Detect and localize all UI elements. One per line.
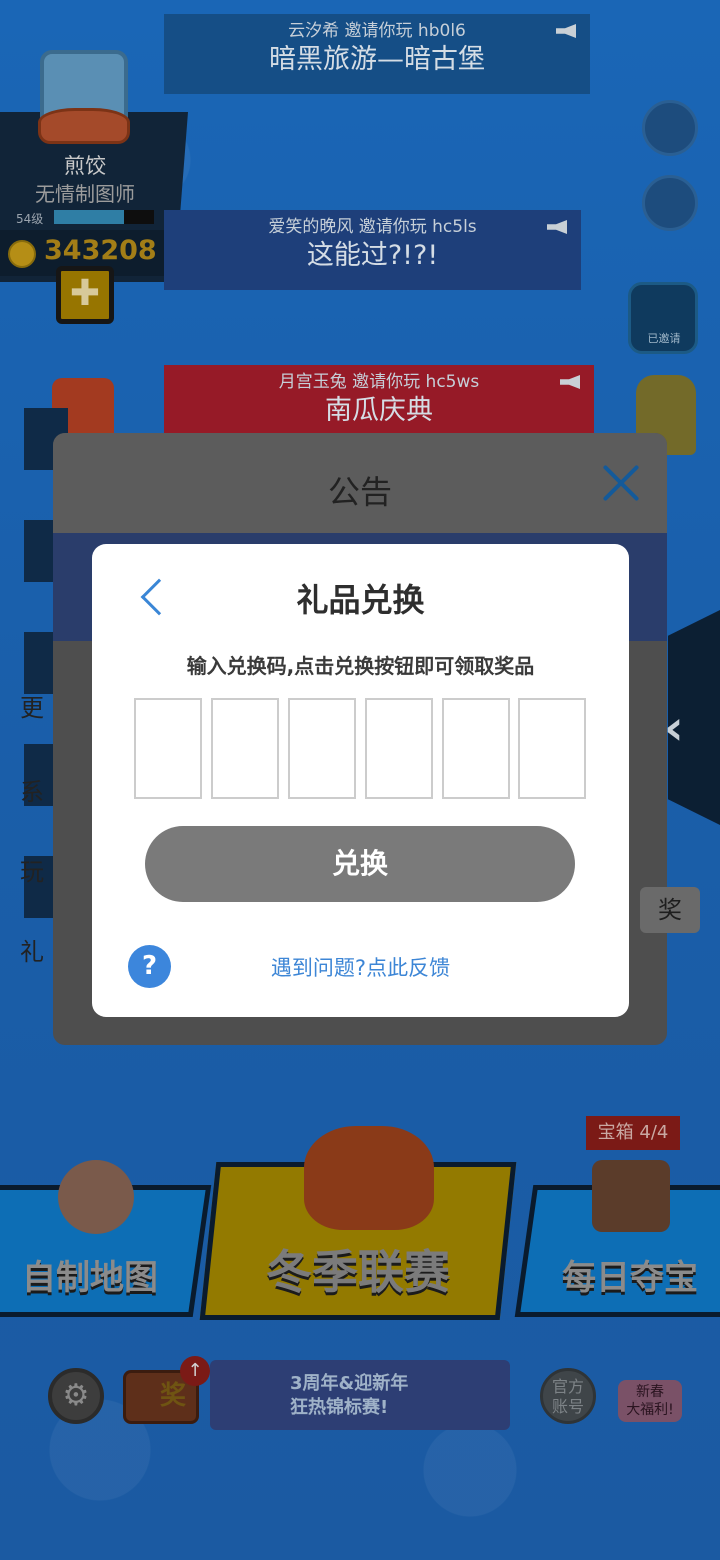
winter-league-label: 冬季联赛 xyxy=(266,1245,450,1299)
megaphone-icon[interactable] xyxy=(642,175,698,231)
event-banner-line: 狂热锦标赛! xyxy=(290,1397,389,1418)
refresh-icon[interactable] xyxy=(642,100,698,156)
invite-sender: 月宫玉兔 邀请你玩 hc5ws xyxy=(278,372,480,392)
invite-sender: 爱笑的晚风 邀请你玩 hc5ls xyxy=(268,217,477,237)
redeem-button[interactable]: 兑换 xyxy=(145,826,575,902)
code-input-slot[interactable] xyxy=(134,698,202,799)
announcement-title: 公告 xyxy=(327,473,392,511)
invite-room-name: 暗黑旅游—暗古堡 xyxy=(269,44,485,75)
treasure-chest-icon xyxy=(592,1160,670,1232)
spring-festival-badge[interactable]: 新春 大福利! xyxy=(618,1380,682,1422)
level-progress-bar xyxy=(54,210,154,224)
official-account-label: 账号 xyxy=(551,1397,584,1416)
dialog-hint: 输入兑换码,点击兑换按钮即可领取奖品 xyxy=(186,654,535,678)
announcement-item[interactable]: 系 xyxy=(20,772,44,807)
avatar-frame xyxy=(38,108,130,144)
code-input-slot[interactable] xyxy=(211,698,279,799)
announcement-item[interactable]: 礼 xyxy=(20,932,44,967)
player-name: 煎饺 xyxy=(64,154,106,178)
reward-tag[interactable]: 奖 xyxy=(640,887,700,933)
level-progress-fill xyxy=(54,210,124,224)
invite-room-name: 南瓜庆典 xyxy=(325,395,433,426)
invited-badge-label: 已邀请 xyxy=(647,332,681,345)
code-input-slot[interactable] xyxy=(288,698,356,799)
dialog-title: 礼品兑换 xyxy=(296,581,425,619)
player-level: 54级 xyxy=(16,212,44,226)
invite-sender: 云汐希 邀请你玩 hb0l6 xyxy=(288,21,466,41)
coin-icon xyxy=(8,240,36,268)
arrow-up-icon: ↑ xyxy=(180,1356,210,1386)
event-banner-line: 3周年&迎新年 xyxy=(290,1373,409,1394)
daily-treasure-label: 每日夺宝 xyxy=(562,1258,698,1298)
invite-banner[interactable]: 云汐希 邀请你玩 hb0l6 暗黑旅游—暗古堡 xyxy=(164,14,590,94)
feedback-link[interactable]: 遇到问题?点此反馈 xyxy=(92,952,629,982)
custom-map-label: 自制地图 xyxy=(22,1258,158,1298)
close-icon[interactable] xyxy=(593,455,649,511)
gear-icon[interactable]: ⚙ xyxy=(48,1368,104,1424)
invite-room-name: 这能过?!?! xyxy=(306,240,439,271)
official-account-label: 官方 xyxy=(551,1377,584,1396)
mascot-image xyxy=(304,1126,434,1230)
coin-balance: 343208 xyxy=(44,235,157,266)
invite-banner[interactable]: 爱笑的晚风 邀请你玩 hc5ls 这能过?!?! xyxy=(164,210,581,290)
player-title: 无情制图师 xyxy=(35,182,135,206)
code-input-slot[interactable] xyxy=(518,698,586,799)
mascot-image xyxy=(58,1160,134,1234)
code-input-slot[interactable] xyxy=(365,698,433,799)
add-coins-button[interactable]: ✚ xyxy=(56,266,114,324)
official-account-button[interactable]: 官方 账号 xyxy=(540,1368,596,1424)
event-banner-text: 3周年&迎新年 狂热锦标赛! xyxy=(290,1372,408,1420)
code-input-slot[interactable] xyxy=(442,698,510,799)
announcement-item[interactable]: 玩 xyxy=(20,852,44,887)
announcement-item[interactable]: 更 xyxy=(20,688,44,723)
spring-festival-label: 新春 xyxy=(636,1384,664,1400)
spring-festival-label: 大福利! xyxy=(626,1402,674,1418)
chest-count-badge: 宝箱 4/4 xyxy=(586,1116,680,1150)
